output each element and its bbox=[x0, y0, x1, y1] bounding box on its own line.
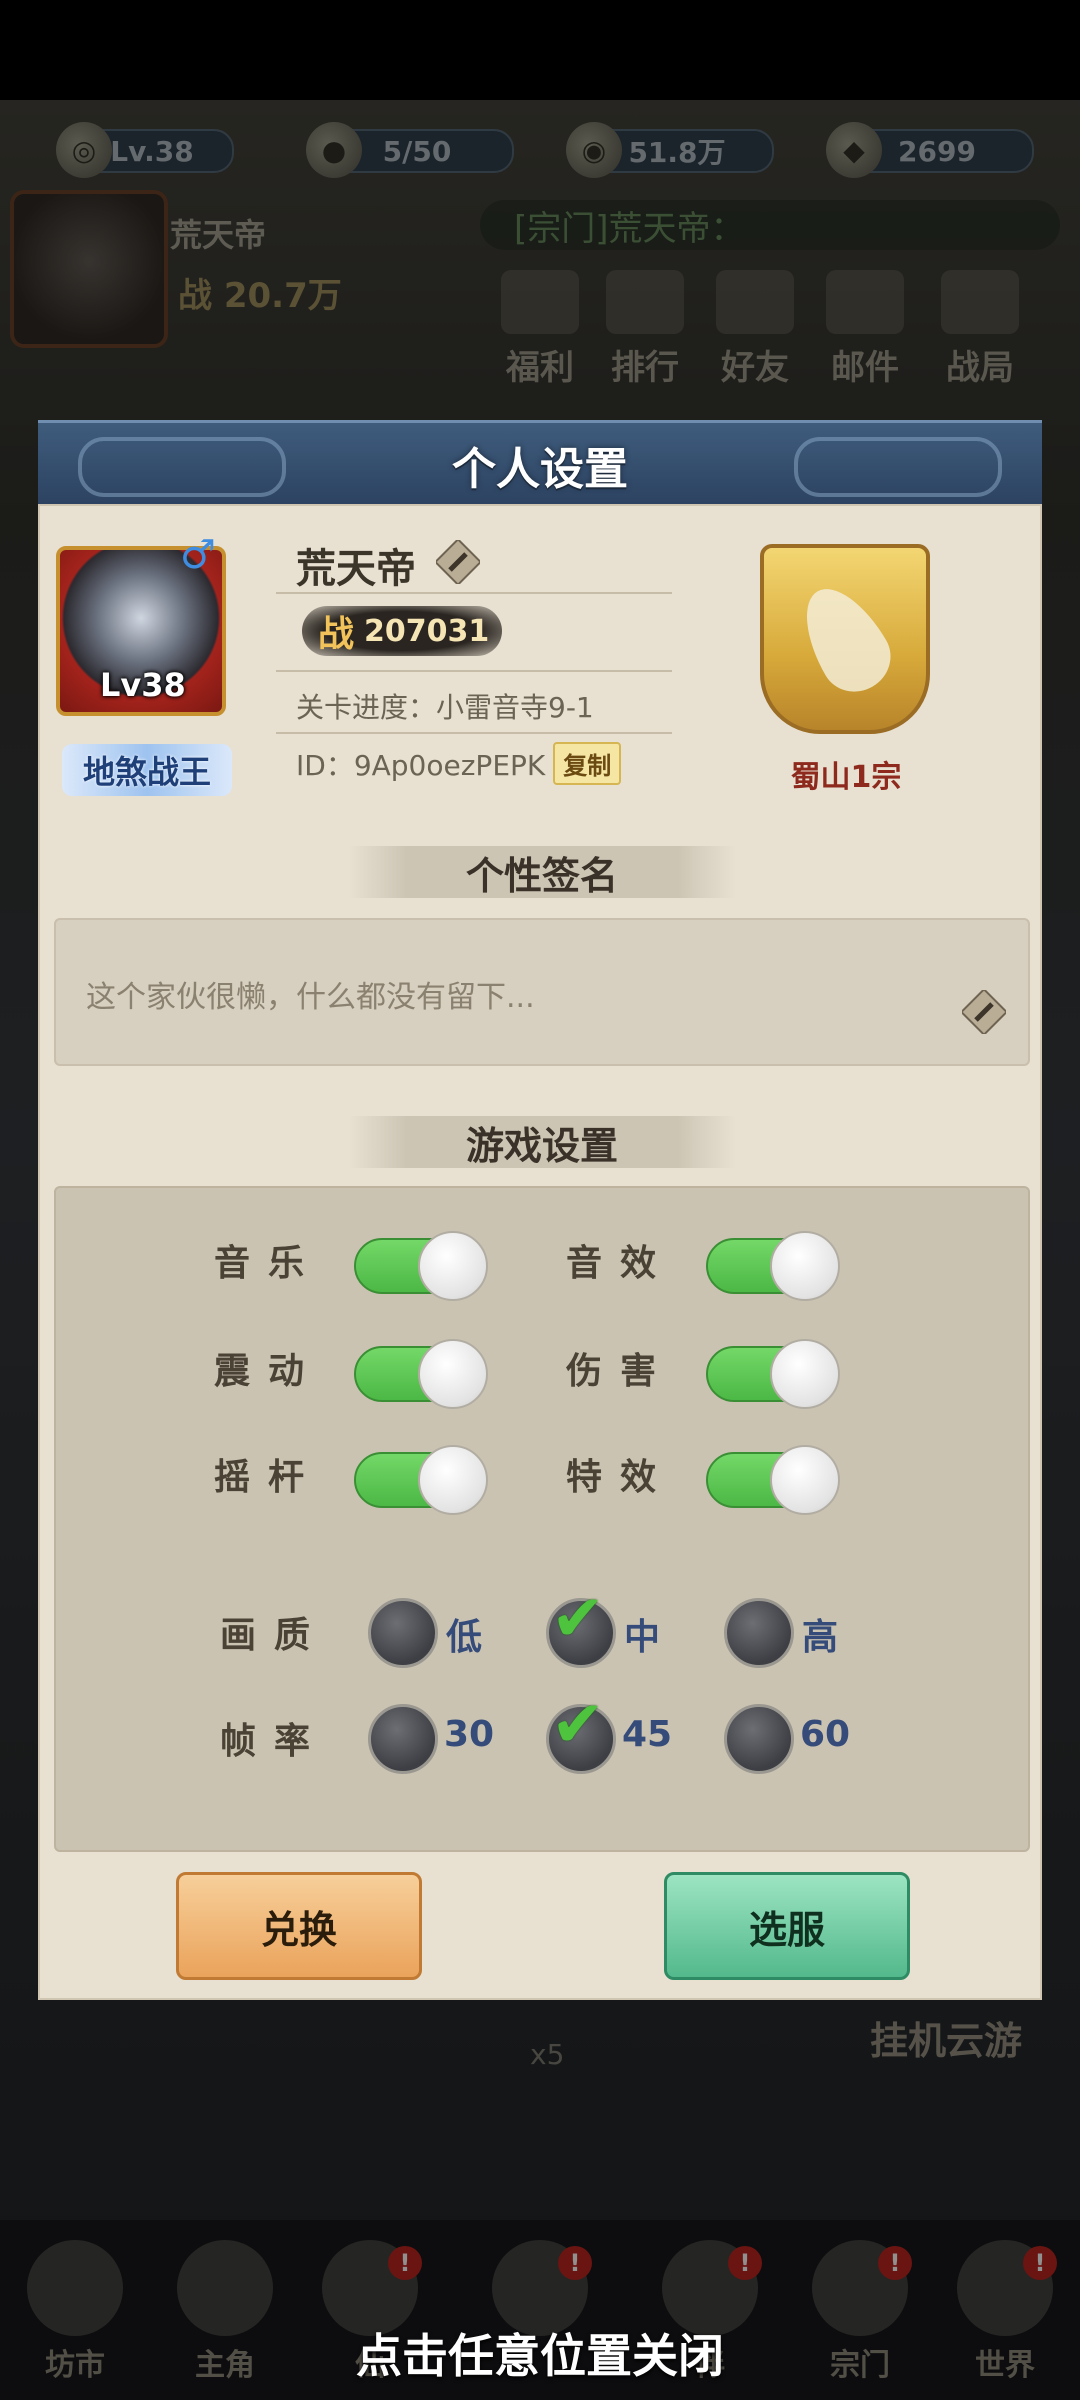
game-settings-panel: 音乐 音效 震动 伤害 摇杆 特效 画质 低 ✔ 中 高 帧率 30 ✔ 45 … bbox=[54, 1186, 1030, 1852]
game-settings-section-title: 游戏设置 bbox=[348, 1116, 736, 1168]
signature-box[interactable]: 这个家伙很懒，什么都没有留下... bbox=[54, 918, 1030, 1066]
power-prefix: 战 bbox=[318, 614, 355, 655]
power-value: 207031 bbox=[364, 613, 490, 649]
sound-effects-label: 音效 bbox=[566, 1243, 675, 1284]
dialog-title: 个人设置 bbox=[452, 444, 628, 495]
dialog-body: ♂ Lv38 地煞战王 荒天帝 战 207031 关卡进度：小雷音寺9-1 ID… bbox=[38, 504, 1042, 2000]
edit-signature-icon[interactable] bbox=[962, 990, 1006, 1034]
quality-medium-radio[interactable]: ✔ bbox=[546, 1587, 616, 1668]
profile-name: 荒天帝 bbox=[296, 546, 416, 592]
vibration-toggle[interactable] bbox=[354, 1339, 488, 1409]
joystick-toggle[interactable] bbox=[354, 1445, 488, 1515]
quality-medium-label: 中 bbox=[624, 1617, 661, 1658]
signature-text: 这个家伙很懒，什么都没有留下... bbox=[86, 980, 535, 1015]
copy-id-button[interactable]: 复制 bbox=[553, 742, 622, 785]
damage-toggle[interactable] bbox=[706, 1339, 840, 1409]
joystick-label: 摇杆 bbox=[214, 1457, 323, 1498]
dialog-header: 个人设置 bbox=[38, 420, 1042, 510]
framerate-30-label: 30 bbox=[444, 1714, 495, 1755]
damage-label: 伤害 bbox=[566, 1351, 675, 1392]
checkmark-icon: ✔ bbox=[551, 1582, 605, 1656]
stage-progress: 关卡进度：小雷音寺9-1 bbox=[296, 691, 594, 724]
status-bar-area bbox=[0, 0, 1080, 100]
cloud-decoration-icon bbox=[794, 437, 1002, 497]
sect-emblem-icon[interactable] bbox=[760, 544, 930, 734]
toggle-knob bbox=[770, 1339, 840, 1409]
signature-section-title: 个性签名 bbox=[348, 846, 736, 898]
toggle-knob bbox=[418, 1231, 488, 1301]
toggle-knob bbox=[770, 1231, 840, 1301]
feather-icon bbox=[787, 573, 903, 705]
sect-name: 蜀山1宗 bbox=[790, 760, 902, 795]
sound-effects-toggle[interactable] bbox=[706, 1231, 840, 1301]
cloud-decoration-icon bbox=[78, 437, 286, 497]
music-label: 音乐 bbox=[214, 1243, 323, 1284]
male-gender-icon: ♂ bbox=[180, 532, 216, 578]
personal-settings-dialog: 个人设置 ♂ Lv38 地煞战王 荒天帝 战 207031 关卡进度：小雷音寺9… bbox=[38, 420, 1042, 2000]
divider bbox=[276, 732, 672, 734]
profile-power: 战 207031 bbox=[302, 606, 502, 656]
framerate-60-radio[interactable] bbox=[724, 1704, 794, 1774]
vibration-label: 震动 bbox=[214, 1351, 323, 1392]
toggle-knob bbox=[770, 1445, 840, 1515]
player-id: ID：9Ap0oezPEPK bbox=[296, 748, 546, 782]
framerate-label: 帧率 bbox=[220, 1721, 329, 1762]
player-id-row: ID：9Ap0oezPEPK 复制 bbox=[296, 742, 622, 785]
framerate-45-label: 45 bbox=[622, 1714, 673, 1755]
quality-low-radio[interactable] bbox=[368, 1598, 438, 1668]
edit-name-icon[interactable] bbox=[436, 540, 480, 584]
divider bbox=[276, 670, 672, 672]
effects-label: 特效 bbox=[566, 1457, 675, 1498]
exchange-button[interactable]: 兑换 bbox=[176, 1872, 422, 1980]
checkmark-icon: ✔ bbox=[551, 1688, 605, 1762]
select-server-button[interactable]: 选服 bbox=[664, 1872, 910, 1980]
divider bbox=[276, 592, 672, 594]
quality-label: 画质 bbox=[220, 1615, 329, 1656]
quality-high-radio[interactable] bbox=[724, 1598, 794, 1668]
title-badge[interactable]: 地煞战王 bbox=[62, 744, 232, 796]
music-toggle[interactable] bbox=[354, 1231, 488, 1301]
close-hint: 点击任意位置关闭 bbox=[356, 2329, 724, 2383]
quality-low-label: 低 bbox=[446, 1617, 483, 1658]
toggle-knob bbox=[418, 1445, 488, 1515]
toggle-knob bbox=[418, 1339, 488, 1409]
framerate-60-label: 60 bbox=[800, 1714, 851, 1755]
effects-toggle[interactable] bbox=[706, 1445, 840, 1515]
profile-level: Lv38 bbox=[100, 666, 186, 704]
quality-high-label: 高 bbox=[802, 1617, 839, 1658]
framerate-30-radio[interactable] bbox=[368, 1704, 438, 1774]
framerate-45-radio[interactable]: ✔ bbox=[546, 1693, 616, 1774]
